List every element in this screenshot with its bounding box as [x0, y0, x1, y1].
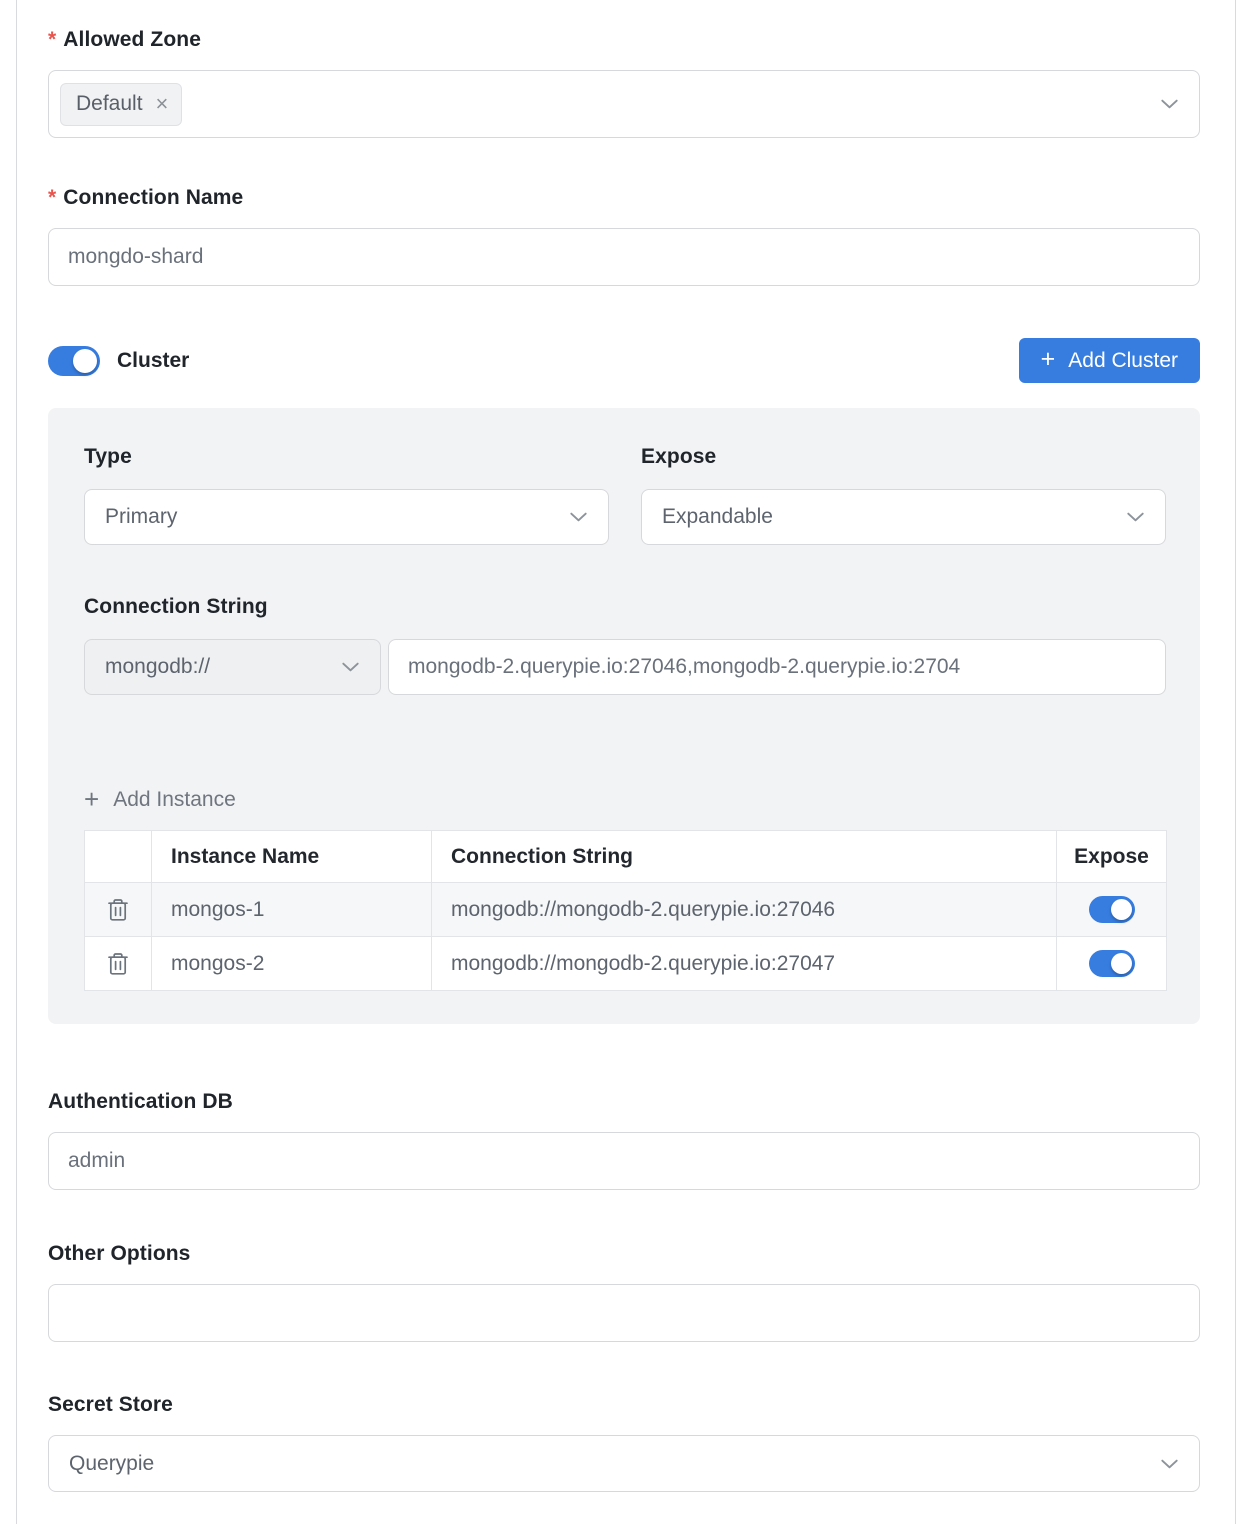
connection-string-label: Connection String [84, 595, 1166, 619]
allowed-zone-label-text: Allowed Zone [63, 28, 201, 52]
secret-store-field: Secret Store Querypie [48, 1393, 1200, 1492]
required-asterisk: * [48, 186, 56, 210]
other-options-label: Other Options [48, 1242, 1200, 1266]
instance-name-cell: mongos-2 [152, 937, 432, 991]
chevron-down-icon [339, 656, 362, 679]
cluster-panel: Type Primary Expose Expandable [48, 408, 1200, 1024]
protocol-select[interactable]: mongodb:// [84, 639, 381, 695]
protocol-select-value: mongodb:// [105, 655, 210, 679]
type-field: Type Primary [84, 445, 609, 545]
chevron-down-icon [1158, 93, 1181, 116]
connection-string-field: Connection String mongodb:// [84, 595, 1166, 695]
instance-name-column-header: Instance Name [152, 831, 432, 883]
actions-column-header [85, 831, 152, 883]
connection-string-cell: mongodb://mongodb-2.querypie.io:27047 [432, 937, 1057, 991]
type-select[interactable]: Primary [84, 489, 609, 545]
allowed-zone-select[interactable]: Default × [48, 70, 1200, 138]
other-options-field: Other Options [48, 1242, 1200, 1342]
authentication-db-field: Authentication DB [48, 1090, 1200, 1190]
required-asterisk: * [48, 28, 56, 52]
cluster-label: Cluster [117, 349, 189, 373]
add-instance-label: Add Instance [113, 788, 236, 812]
connection-name-input[interactable] [48, 228, 1200, 286]
allowed-zone-tag-text: Default [76, 92, 143, 116]
authentication-db-input[interactable] [48, 1132, 1200, 1190]
connection-string-input[interactable] [388, 639, 1166, 695]
type-select-value: Primary [105, 505, 177, 529]
other-options-input[interactable] [48, 1284, 1200, 1342]
connection-name-label-text: Connection Name [63, 186, 243, 210]
tag-remove-icon[interactable]: × [156, 93, 169, 115]
connection-string-cell: mongodb://mongodb-2.querypie.io:27046 [432, 883, 1057, 937]
type-label: Type [84, 445, 609, 469]
delete-instance-button[interactable] [100, 945, 136, 983]
instances-table: Instance Name Connection String Expose [84, 830, 1167, 991]
secret-store-label: Secret Store [48, 1393, 1200, 1417]
chevron-down-icon [567, 506, 590, 529]
add-cluster-button-label: Add Cluster [1068, 349, 1178, 373]
table-row: mongos-1 mongodb://mongodb-2.querypie.io… [85, 883, 1167, 937]
trash-icon [106, 951, 130, 977]
secret-store-select-value: Querypie [69, 1452, 154, 1476]
chevron-down-icon [1124, 506, 1147, 529]
expose-toggle[interactable] [1089, 950, 1135, 977]
plus-icon: + [1041, 347, 1056, 372]
secret-store-select[interactable]: Querypie [48, 1435, 1200, 1492]
cluster-toggle-group: Cluster [48, 346, 189, 376]
plus-icon: + [84, 786, 99, 812]
instance-name-cell: mongos-1 [152, 883, 432, 937]
authentication-db-label: Authentication DB [48, 1090, 1200, 1114]
expose-toggle[interactable] [1089, 896, 1135, 923]
add-instance-button[interactable]: + Add Instance [84, 787, 236, 813]
expose-field: Expose Expandable [641, 445, 1166, 545]
instances-table-header-row: Instance Name Connection String Expose [85, 831, 1167, 883]
chevron-down-icon [1158, 1452, 1181, 1475]
cluster-header-row: Cluster + Add Cluster [48, 338, 1200, 383]
connection-name-field: * Connection Name [48, 186, 1200, 286]
cluster-toggle[interactable] [48, 346, 100, 376]
expose-select[interactable]: Expandable [641, 489, 1166, 545]
expose-select-value: Expandable [662, 505, 773, 529]
expose-column-header: Expose [1057, 831, 1167, 883]
connection-form-card: * Allowed Zone Default × * Connection Na… [16, 0, 1236, 1524]
trash-icon [106, 897, 130, 923]
allowed-zone-tag: Default × [60, 83, 182, 126]
allowed-zone-label: * Allowed Zone [48, 28, 1200, 52]
delete-instance-button[interactable] [100, 891, 136, 929]
connection-name-label: * Connection Name [48, 186, 1200, 210]
connection-string-column-header: Connection String [432, 831, 1057, 883]
expose-label: Expose [641, 445, 1166, 469]
allowed-zone-field: * Allowed Zone Default × [48, 28, 1200, 138]
table-row: mongos-2 mongodb://mongodb-2.querypie.io… [85, 937, 1167, 991]
add-cluster-button[interactable]: + Add Cluster [1019, 338, 1200, 383]
